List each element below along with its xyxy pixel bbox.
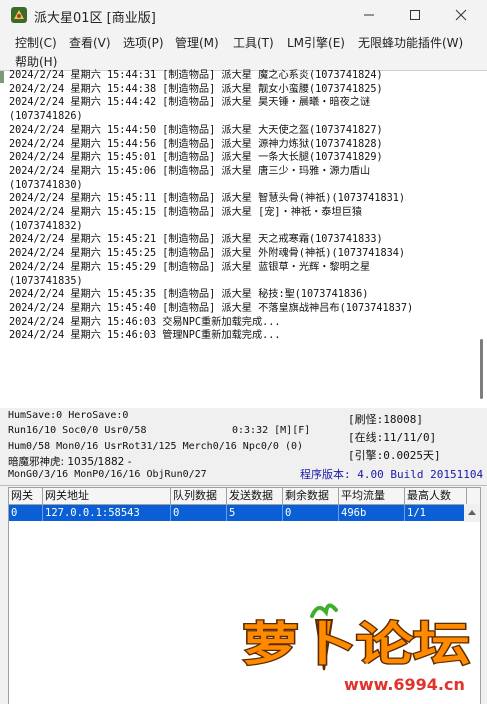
status-uptime: 0:3:32 [M][F] — [232, 425, 311, 436]
status-run: Run16/10 Soc0/0 Usr0/58 — [8, 425, 147, 436]
close-icon — [455, 9, 467, 21]
close-button[interactable] — [438, 0, 484, 30]
log-line: 2024/2/24 星期六 15:44:31 [制造物品] 派大星 魔之心系炎(… — [9, 70, 383, 81]
log-scrollbar-thumb[interactable] — [480, 339, 483, 399]
col-max-users[interactable]: 最高人数 — [405, 488, 467, 504]
menu-lm-engine[interactable]: LM引擎(E) — [287, 34, 345, 51]
window-title: 派大星01区 [商业版] — [34, 11, 156, 26]
online-counter: [在线:11/11/0] — [348, 431, 437, 444]
menu-help[interactable]: 帮助(H) — [15, 53, 57, 70]
refresh-counter: [刷怪:18008] — [348, 413, 423, 426]
col-remaining[interactable]: 剩余数据 — [283, 488, 339, 504]
cell-gateway: 0 — [9, 505, 43, 521]
table-row[interactable]: 0 127.0.0.1:58543 0 5 0 496b 1/1 — [9, 505, 480, 521]
menu-view[interactable]: 查看(V) — [69, 34, 111, 51]
program-version: 程序版本: 4.00 Build 20151104 — [300, 468, 484, 481]
col-address[interactable]: 网关地址 — [43, 488, 171, 504]
cell-queue: 0 — [171, 505, 227, 521]
log-line: 2024/2/24 星期六 15:45:11 [制造物品] 派大星 智慧头骨(神… — [9, 193, 406, 205]
menu-tools[interactable]: 工具(T) — [233, 34, 274, 51]
log-line: 2024/2/24 星期六 15:44:56 [制造物品] 派大星 源神力炼狱(… — [9, 138, 383, 150]
menu-control[interactable]: 控制(C) — [15, 34, 57, 51]
log-line: 2024/2/24 星期六 15:44:50 [制造物品] 派大星 大天使之盔(… — [9, 124, 383, 136]
log-line: 2024/2/24 星期六 15:46:03 管理NPC重新加载完成... — [9, 330, 281, 342]
app-logo-icon — [11, 7, 27, 23]
col-gateway[interactable]: 网关 — [9, 488, 43, 504]
watermark-title: 萝卜论坛 — [242, 617, 470, 671]
log-line: 2024/2/24 星期六 15:45:21 [制造物品] 派大星 天之戒寒霜(… — [9, 234, 383, 246]
log-line: (1073741832) — [9, 220, 83, 232]
log-line: (1073741826) — [9, 111, 83, 123]
log-line: 2024/2/24 星期六 15:45:40 [制造物品] 派大星 不落皇旗战神… — [9, 302, 414, 314]
watermark-url: www.6994.cn — [344, 675, 465, 694]
minimize-button[interactable] — [346, 0, 392, 30]
minimize-icon — [364, 14, 374, 16]
log-line: 2024/2/24 星期六 15:45:25 [制造物品] 派大星 外附魂骨(神… — [9, 248, 406, 260]
scroll-up-icon[interactable] — [464, 504, 480, 522]
cell-sent: 5 — [227, 505, 283, 521]
menu-plugins[interactable]: 无限蜂功能插件(W) — [358, 34, 463, 51]
status-monitors: MonG0/3/16 MonP0/16/16 ObjRun0/27 — [8, 469, 207, 480]
status-panel: HumSave:0 HeroSave:0 Run16/10 Soc0/0 Usr… — [0, 408, 487, 486]
log-line: 2024/2/24 星期六 15:45:35 [制造物品] 派大星 秘技:聖(1… — [9, 289, 369, 301]
col-sent[interactable]: 发送数据 — [227, 488, 283, 504]
cell-remaining: 0 — [283, 505, 339, 521]
log-line: (1073741830) — [9, 179, 83, 191]
log-line: 2024/2/24 星期六 15:44:42 [制造物品] 派大星 昊天锤・晨曦… — [9, 97, 371, 109]
col-queue[interactable]: 队列数据 — [171, 488, 227, 504]
log-line: 2024/2/24 星期六 15:46:03 交易NPC重新加载完成... — [9, 316, 281, 328]
log-line: 2024/2/24 星期六 15:45:06 [制造物品] 派大星 唐三少・玛雅… — [9, 165, 371, 177]
log-panel[interactable]: 2024/2/24 星期六 15:44:31 [制造物品] 派大星 魔之心系炎(… — [0, 70, 487, 410]
maximize-icon — [410, 10, 420, 20]
log-line: 2024/2/24 星期六 15:45:01 [制造物品] 派大星 一条大长腿(… — [9, 152, 383, 164]
table-header: 网关 网关地址 队列数据 发送数据 剩余数据 平均流量 最高人数 — [9, 488, 480, 505]
maximize-button[interactable] — [392, 0, 438, 30]
menu-options[interactable]: 选项(P) — [123, 34, 164, 51]
log-line: (1073741835) — [9, 275, 83, 287]
cell-max-users: 1/1 — [405, 505, 467, 521]
log-text: 2024/2/24 星期六 15:44:31 [制造物品] 派大星 魔之心系炎(… — [9, 69, 464, 343]
menu-manage[interactable]: 管理(M) — [175, 34, 219, 51]
log-line: 2024/2/24 星期六 15:44:38 [制造物品] 派大星 靓女小蛮腰(… — [9, 83, 383, 95]
status-boss: 暗魔邪神虎: 1035/1882 - — [8, 456, 132, 468]
side-grip — [0, 71, 4, 83]
watermark-logo: 萝卜论坛 www.6994.cn — [241, 603, 471, 696]
status-counts: Hum0/58 Mon0/16 UsrRot31/125 Merch0/16 N… — [8, 441, 304, 452]
log-line: 2024/2/24 星期六 15:45:15 [制造物品] 派大星 [宠]・神祇… — [9, 207, 363, 219]
status-save: HumSave:0 HeroSave:0 — [8, 410, 129, 421]
cell-avg-traffic: 496b — [339, 505, 405, 521]
title-bar: 派大星01区 [商业版] — [0, 0, 487, 30]
menu-bar: 控制(C) 查看(V) 选项(P) 管理(M) 工具(T) LM引擎(E) 无限… — [0, 30, 487, 70]
engine-days: [引擎:0.0025天] — [348, 449, 441, 462]
log-line: 2024/2/24 星期六 15:45:29 [制造物品] 派大星 蓝银草・光辉… — [9, 261, 371, 273]
col-avg-traffic[interactable]: 平均流量 — [339, 488, 405, 504]
cell-address: 127.0.0.1:58543 — [43, 505, 171, 521]
